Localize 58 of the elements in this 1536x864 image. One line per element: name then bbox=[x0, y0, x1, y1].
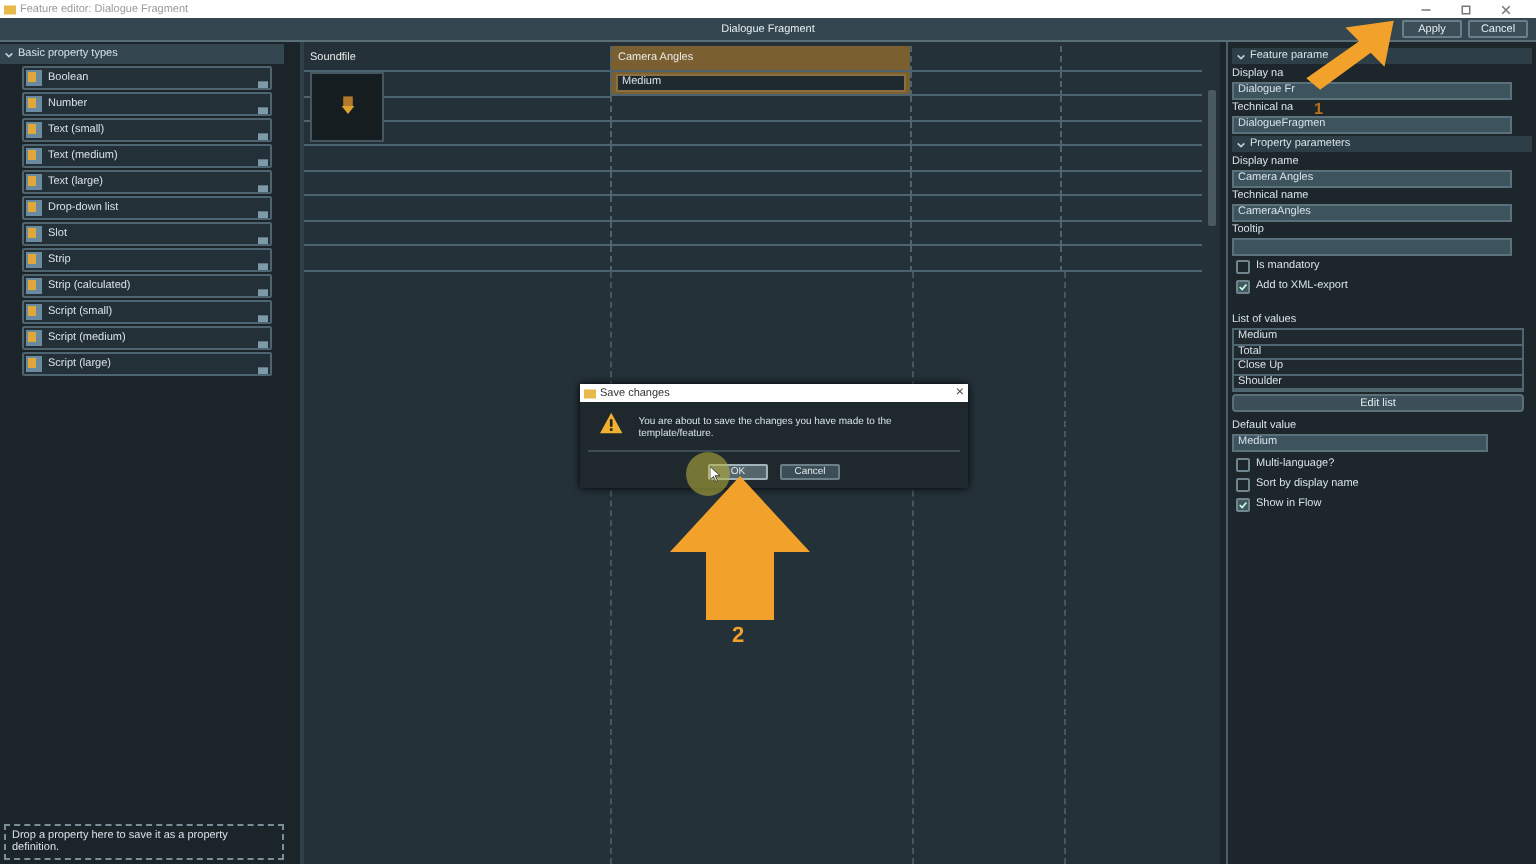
maximize-icon[interactable] bbox=[1460, 3, 1472, 15]
grip-icon bbox=[258, 286, 268, 296]
grid-cell[interactable] bbox=[1060, 46, 1202, 71]
grid-cell[interactable] bbox=[1060, 146, 1202, 171]
checkbox[interactable] bbox=[1236, 457, 1250, 471]
close-icon[interactable] bbox=[1500, 3, 1512, 15]
grid-cell[interactable] bbox=[610, 121, 910, 146]
annotation-number: 2 bbox=[732, 624, 745, 648]
grid-cell[interactable] bbox=[910, 46, 1060, 71]
annotation-number: 1 bbox=[1314, 100, 1323, 118]
grid-cell[interactable] bbox=[610, 246, 910, 271]
grip-icon bbox=[258, 234, 268, 244]
checkbox[interactable] bbox=[1236, 279, 1250, 293]
scrollbar[interactable] bbox=[1208, 90, 1216, 226]
grid-cell[interactable] bbox=[910, 246, 1060, 271]
grid-cell[interactable] bbox=[910, 96, 1060, 121]
grid-cell[interactable] bbox=[304, 71, 610, 146]
grid-cell[interactable] bbox=[1060, 121, 1202, 146]
grip-icon bbox=[258, 338, 268, 348]
mouse-cursor-icon bbox=[710, 466, 720, 482]
grip-icon bbox=[258, 182, 268, 192]
grid-cell[interactable] bbox=[910, 171, 1060, 196]
grip-icon bbox=[258, 130, 268, 140]
soundfile-slot[interactable] bbox=[310, 71, 384, 141]
click-highlight bbox=[686, 452, 730, 496]
grip-icon bbox=[258, 156, 268, 166]
grid-cell[interactable] bbox=[910, 221, 1060, 246]
grip-icon bbox=[258, 260, 268, 270]
callout-arrow bbox=[670, 476, 810, 620]
grid-cell[interactable] bbox=[910, 196, 1060, 221]
checkbox[interactable] bbox=[1236, 477, 1250, 491]
grid-cell[interactable] bbox=[610, 96, 910, 121]
grip-icon bbox=[258, 364, 268, 374]
folder-icon bbox=[4, 3, 16, 15]
checkbox[interactable] bbox=[1236, 497, 1250, 511]
grip-icon bbox=[258, 208, 268, 218]
text-field[interactable] bbox=[1232, 238, 1512, 256]
grid-cell[interactable] bbox=[1060, 221, 1202, 246]
grid-cell[interactable] bbox=[910, 71, 1060, 96]
grid-cell[interactable] bbox=[1060, 96, 1202, 121]
grid-cell[interactable] bbox=[1060, 246, 1202, 271]
grid-cell[interactable] bbox=[910, 146, 1060, 171]
grid-cell[interactable] bbox=[610, 196, 910, 221]
grid-cell[interactable] bbox=[610, 146, 910, 171]
grid-cell[interactable] bbox=[1060, 171, 1202, 196]
grip-icon bbox=[258, 104, 268, 114]
grid-cell[interactable] bbox=[910, 121, 1060, 146]
grid-cell[interactable] bbox=[1060, 196, 1202, 221]
grid-cell[interactable] bbox=[1060, 71, 1202, 96]
folder-icon bbox=[584, 387, 596, 399]
sound-file-icon bbox=[339, 96, 355, 116]
grid-cell[interactable] bbox=[610, 221, 910, 246]
grip-icon bbox=[258, 312, 268, 322]
checkbox[interactable] bbox=[1236, 259, 1250, 273]
grip-icon bbox=[258, 78, 268, 88]
grid-cell[interactable] bbox=[610, 171, 910, 196]
minimize-icon[interactable] bbox=[1420, 3, 1432, 15]
warning-icon bbox=[600, 412, 623, 434]
